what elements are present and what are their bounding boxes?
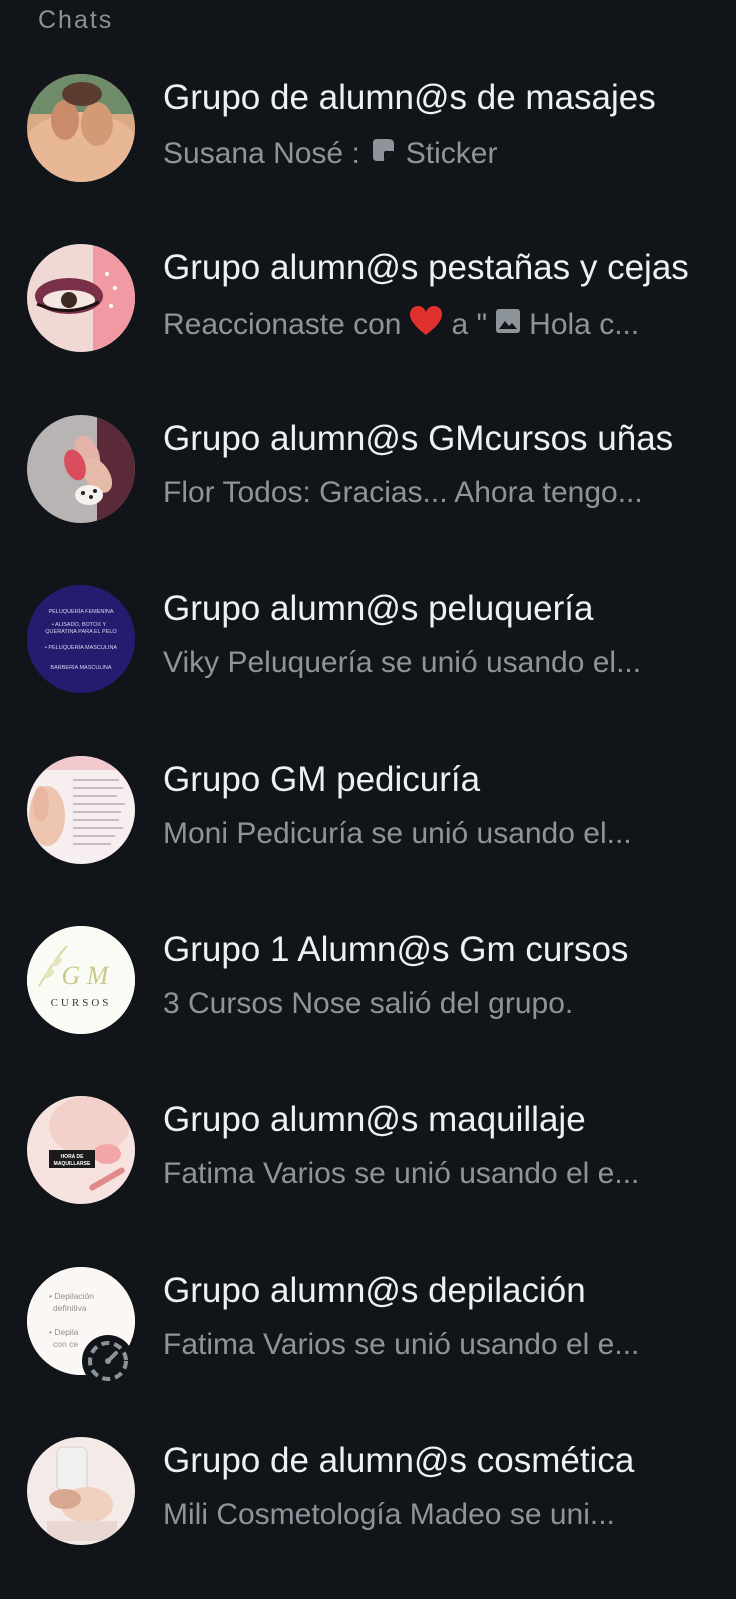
status-ring-icon[interactable]: [82, 1334, 134, 1387]
chat-preview: 3 Cursos Nose salió del grupo.: [163, 986, 574, 1020]
logo-wordmark: CURSOS: [51, 997, 112, 1009]
sticker-icon: [368, 135, 398, 173]
preview-prefix: Reaccionaste con: [163, 308, 402, 342]
chat-title: Grupo 1 Alumn@s Gm cursos: [163, 929, 629, 969]
flyer-line: • Depila: [49, 1327, 79, 1337]
image-icon: [495, 308, 521, 342]
pedicure-flyer-avatar[interactable]: [27, 755, 135, 864]
flyer-line: QUERATINA PARA EL PELO: [45, 629, 117, 635]
flyer-line: PELUQUERÍA FEMENINA: [48, 608, 113, 615]
flyer-line: con ce: [53, 1339, 78, 1349]
chat-preview: Moni Pedicuría se unió usando el...: [163, 816, 632, 850]
chat-title: Grupo alumn@s GMcursos uñas: [163, 418, 674, 458]
chat-title: Grupo alumn@s depilación: [163, 1270, 586, 1310]
chat-preview: Susana Nosé : Sticker: [163, 135, 723, 173]
makeup-avatar[interactable]: HORA DE MAQUILLARSE: [27, 1096, 135, 1205]
chat-preview: Fatima Varios se unió usando el e...: [163, 1157, 640, 1191]
nails-avatar[interactable]: [27, 414, 135, 523]
chat-title: Grupo alumn@s pestañas y cejas: [163, 248, 689, 288]
preview-text: Sticker: [405, 137, 498, 170]
preview-sender: Susana Nosé :: [163, 137, 360, 170]
chat-list: Grupo de alumn@s de masajes Susana Nosé …: [0, 60, 736, 1594]
eye-makeup-avatar[interactable]: [27, 244, 135, 353]
chat-title: Grupo de alumn@s cosmética: [163, 1441, 635, 1481]
hairdressing-flyer-avatar[interactable]: PELUQUERÍA FEMENINA • ALISADO, BOTOX Y Q…: [27, 585, 135, 694]
chat-row-peluqueria[interactable]: PELUQUERÍA FEMENINA • ALISADO, BOTOX Y Q…: [0, 571, 736, 741]
flyer-line: BARBERÍA MASCULINA: [50, 664, 111, 671]
chat-row-gm-cursos[interactable]: G M CURSOS Grupo 1 Alumn@s Gm cursos 3 C…: [0, 912, 736, 1082]
chat-row-cosmetica[interactable]: Grupo de alumn@s cosmética Mili Cosmetol…: [0, 1423, 736, 1593]
chat-title: Grupo alumn@s peluquería: [163, 589, 594, 629]
chat-title: Grupo de alumn@s de masajes: [163, 78, 656, 117]
chat-preview: Fatima Varios se unió usando el e...: [163, 1327, 640, 1361]
chat-row-pedicuria[interactable]: Grupo GM pedicuría Moni Pedicuría se uni…: [0, 742, 736, 912]
chat-preview: Viky Peluquería se unió usando el...: [163, 646, 642, 680]
preview-text: Hola c...: [529, 308, 640, 342]
massage-photo-avatar[interactable]: [27, 74, 135, 182]
chat-preview: Mili Cosmetología Madeo se uni...: [163, 1498, 615, 1532]
heart-icon: [409, 305, 443, 345]
flyer-line: definitiva: [53, 1303, 87, 1313]
chat-row-masajes[interactable]: Grupo de alumn@s de masajes Susana Nosé …: [0, 60, 736, 230]
chat-row-depilacion[interactable]: • Depilación definitiva • Depila con ce …: [0, 1253, 736, 1423]
gm-cursos-logo-avatar[interactable]: G M CURSOS: [27, 925, 135, 1034]
chat-row-unas[interactable]: Grupo alumn@s GMcursos uñas Flor Todos: …: [0, 401, 736, 571]
flyer-line: • Depilación: [49, 1291, 94, 1301]
cosmetics-avatar[interactable]: [27, 1437, 135, 1546]
preview-middle: a ": [451, 308, 488, 342]
chat-preview: Flor Todos: Gracias... Ahora tengo...: [163, 475, 643, 509]
makeup-caption-line: MAQUILLARSE: [54, 1161, 91, 1167]
chat-title: Grupo alumn@s maquillaje: [163, 1100, 586, 1140]
chat-row-pestanas[interactable]: Grupo alumn@s pestañas y cejas Reacciona…: [0, 230, 736, 400]
makeup-caption-line: HORA DE: [61, 1154, 85, 1160]
flyer-line: • ALISADO, BOTOX Y: [52, 622, 107, 628]
chat-title: Grupo GM pedicuría: [163, 759, 481, 799]
chats-section-header: Chats: [38, 6, 114, 34]
logo-initials: G M: [62, 961, 110, 990]
flyer-line: • PELUQUERÍA MASCULINA: [45, 644, 118, 651]
chat-row-maquillaje[interactable]: HORA DE MAQUILLARSE Grupo alumn@s maquil…: [0, 1082, 736, 1252]
chat-preview: Reaccionaste con a " Hola c...: [163, 305, 723, 345]
